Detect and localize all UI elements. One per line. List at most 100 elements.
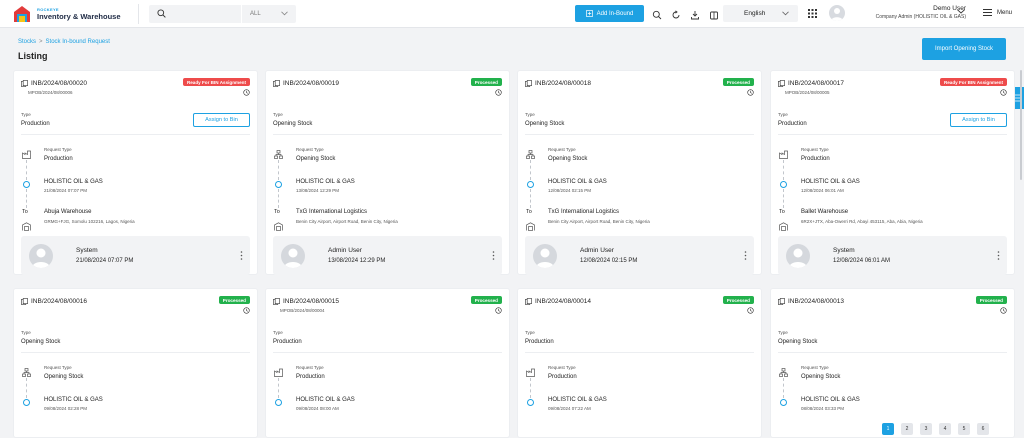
download-icon[interactable] <box>690 7 700 20</box>
from-date: 09/08/2024 02:28 PM <box>44 406 88 411</box>
history-icon[interactable] <box>747 307 754 314</box>
import-opening-stock-button[interactable]: Import Opening Stock <box>922 38 1006 60</box>
more-options-icon[interactable] <box>997 251 1000 260</box>
pagination: 1 2 3 4 5 6 <box>882 423 989 435</box>
document-copy-icon <box>21 80 28 87</box>
inbound-id[interactable]: INB/2024/08/00014 <box>525 298 591 305</box>
more-options-icon[interactable] <box>744 251 747 260</box>
page-4[interactable]: 4 <box>939 423 951 435</box>
history-icon[interactable] <box>495 89 502 96</box>
request-type-icon <box>22 364 31 377</box>
request-type-value: Opening Stock <box>801 374 841 380</box>
avatar <box>533 244 557 268</box>
add-inbound-button[interactable]: Add In-Bound <box>575 5 644 22</box>
from-location-dot-icon <box>527 181 534 188</box>
more-options-icon[interactable] <box>240 251 243 260</box>
inbound-id[interactable]: INB/2024/08/00019 <box>273 80 339 87</box>
request-type-label: Request Type <box>44 147 72 152</box>
user-avatar[interactable] <box>829 5 845 21</box>
from-date: 12/08/2024 02:15 PM <box>548 188 592 193</box>
menu-button[interactable]: Menu <box>983 9 1012 16</box>
inbound-id[interactable]: INB/2024/08/00016 <box>21 298 87 305</box>
assign-to-bin-button[interactable]: Assign to Bin <box>950 113 1007 127</box>
breadcrumb-current[interactable]: Stock In-bound Request <box>46 39 110 45</box>
request-type-label: Request Type <box>296 365 324 370</box>
scrollbar[interactable] <box>1020 70 1022 180</box>
to-label: To <box>779 209 785 215</box>
history-icon[interactable] <box>1000 307 1007 314</box>
request-type-label: Request Type <box>548 147 576 152</box>
inbound-id[interactable]: INB/2024/08/00017 <box>778 80 844 87</box>
from-company: HOLISTIC OIL & GAS <box>296 179 355 185</box>
card-footer: Admin User 13/08/2024 12:29 PM <box>273 236 502 275</box>
request-type-icon <box>274 146 283 159</box>
search-bar[interactable]: ALL <box>149 4 296 23</box>
document-copy-icon <box>525 298 532 305</box>
more-options-icon[interactable] <box>492 251 495 260</box>
from-company: HOLISTIC OIL & GAS <box>548 179 607 185</box>
history-icon[interactable] <box>243 89 250 96</box>
history-icon[interactable] <box>747 89 754 96</box>
inbound-card[interactable]: INB/2024/08/00020 MPOB/2024/08/00006 Ready… <box>13 70 258 275</box>
history-icon[interactable] <box>495 307 502 314</box>
page-3[interactable]: 3 <box>920 423 932 435</box>
chevron-down-icon <box>281 11 288 15</box>
logo[interactable]: ROCKEYE Inventory & Warehouse <box>13 5 138 23</box>
request-type-icon <box>779 146 788 159</box>
type-label: Type <box>778 330 788 335</box>
inbound-id[interactable]: INB/2024/08/00018 <box>525 80 591 87</box>
inbound-id[interactable]: INB/2024/08/00015 <box>273 298 339 305</box>
language-select[interactable]: English <box>723 5 798 22</box>
request-type-icon <box>526 364 535 377</box>
from-location-dot-icon <box>527 399 534 406</box>
inbound-id[interactable]: INB/2024/08/00013 <box>778 298 844 305</box>
search-scope-select[interactable]: ALL <box>241 4 296 23</box>
page-5[interactable]: 5 <box>958 423 970 435</box>
request-type-label: Request Type <box>801 147 829 152</box>
refresh-icon[interactable] <box>671 7 681 19</box>
type-value: Production <box>525 339 554 345</box>
from-company: HOLISTIC OIL & GAS <box>44 179 103 185</box>
history-icon[interactable] <box>243 307 250 314</box>
apps-grid-icon[interactable] <box>808 9 817 18</box>
card-footer: System 12/08/2024 06:01 AM <box>778 236 1007 275</box>
assign-to-bin-button[interactable]: Assign to Bin <box>193 113 250 127</box>
top-bar: ROCKEYE Inventory & Warehouse ALL Add In… <box>0 0 1024 28</box>
calendar-icon[interactable] <box>709 7 719 20</box>
inbound-card[interactable]: INB/2024/08/00015 MPOB/2024/08/00004 Proce… <box>265 288 510 438</box>
inbound-card[interactable]: INB/2024/08/00017 MPOB/2024/08/00005 Ready… <box>770 70 1015 275</box>
page-1[interactable]: 1 <box>882 423 894 435</box>
inbound-card[interactable]: INB/2024/08/00013 Processed Type Opening St… <box>770 288 1015 438</box>
request-type-label: Request Type <box>44 365 72 370</box>
type-label: Type <box>525 330 535 335</box>
status-badge: Processed <box>722 296 754 304</box>
to-label: To <box>526 209 532 215</box>
from-company: HOLISTIC OIL & GAS <box>548 397 607 403</box>
breadcrumb-stocks[interactable]: Stocks <box>18 39 36 45</box>
created-by-user: System <box>833 247 855 254</box>
inbound-card[interactable]: INB/2024/08/00018 Processed Type Opening St… <box>517 70 762 275</box>
type-value: Production <box>778 121 807 127</box>
type-label: Type <box>21 112 31 117</box>
from-location-dot-icon <box>780 399 787 406</box>
page-6[interactable]: 6 <box>977 423 989 435</box>
page-2[interactable]: 2 <box>901 423 913 435</box>
user-name: Demo User <box>933 5 966 12</box>
document-copy-icon <box>778 80 785 87</box>
search-icon[interactable] <box>652 7 662 20</box>
history-icon[interactable] <box>1000 89 1007 96</box>
inbound-card[interactable]: INB/2024/08/00014 Processed Type Production… <box>517 288 762 438</box>
inbound-card[interactable]: INB/2024/08/00016 Processed Type Opening St… <box>13 288 258 438</box>
status-badge: Ready For BIN Assignment <box>182 78 250 86</box>
search-icon <box>157 9 166 18</box>
inbound-card[interactable]: INB/2024/08/00019 Processed Type Opening St… <box>265 70 510 275</box>
user-info[interactable]: Demo User Company Admin (HOLISTIC OIL & … <box>876 5 966 20</box>
page-title: Listing <box>18 51 48 61</box>
request-type-value: Production <box>801 156 830 162</box>
request-type-value: Production <box>296 374 325 380</box>
chevron-down-icon[interactable] <box>957 9 965 14</box>
inbound-id[interactable]: INB/2024/08/00020 <box>21 80 87 87</box>
to-address: 6R2X+JTX, Aba-Owerri Rd, Abayi 453115, A… <box>801 219 923 224</box>
from-company: HOLISTIC OIL & GAS <box>44 397 103 403</box>
document-copy-icon <box>778 298 785 305</box>
